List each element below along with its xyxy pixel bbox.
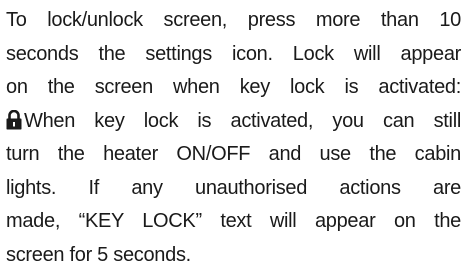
paragraph-line-4-text: When key lock is activated, you can stil… <box>24 109 461 132</box>
paragraph-line-7: made, “KEY LOCK” text will appear on the <box>6 210 461 232</box>
lock-icon <box>6 109 22 130</box>
paragraph-line-1: To lock/unlock screen, press more than 1… <box>6 9 461 31</box>
paragraph-line-3: on the screen when key lock is activated… <box>6 76 461 98</box>
paragraph-line-8: screen for 5 seconds. <box>6 243 191 266</box>
instruction-paragraph: To lock/unlock screen, press more than 1… <box>6 4 461 272</box>
paragraph-line-4: When key lock is activated, you can stil… <box>6 105 461 139</box>
paragraph-line-2: seconds the settings icon. Lock will app… <box>6 42 461 65</box>
paragraph-line-5: turn the heater ON/OFF and use the cabin <box>6 143 461 165</box>
paragraph-line-6: lights. If any unauthorised actions are <box>6 176 461 199</box>
